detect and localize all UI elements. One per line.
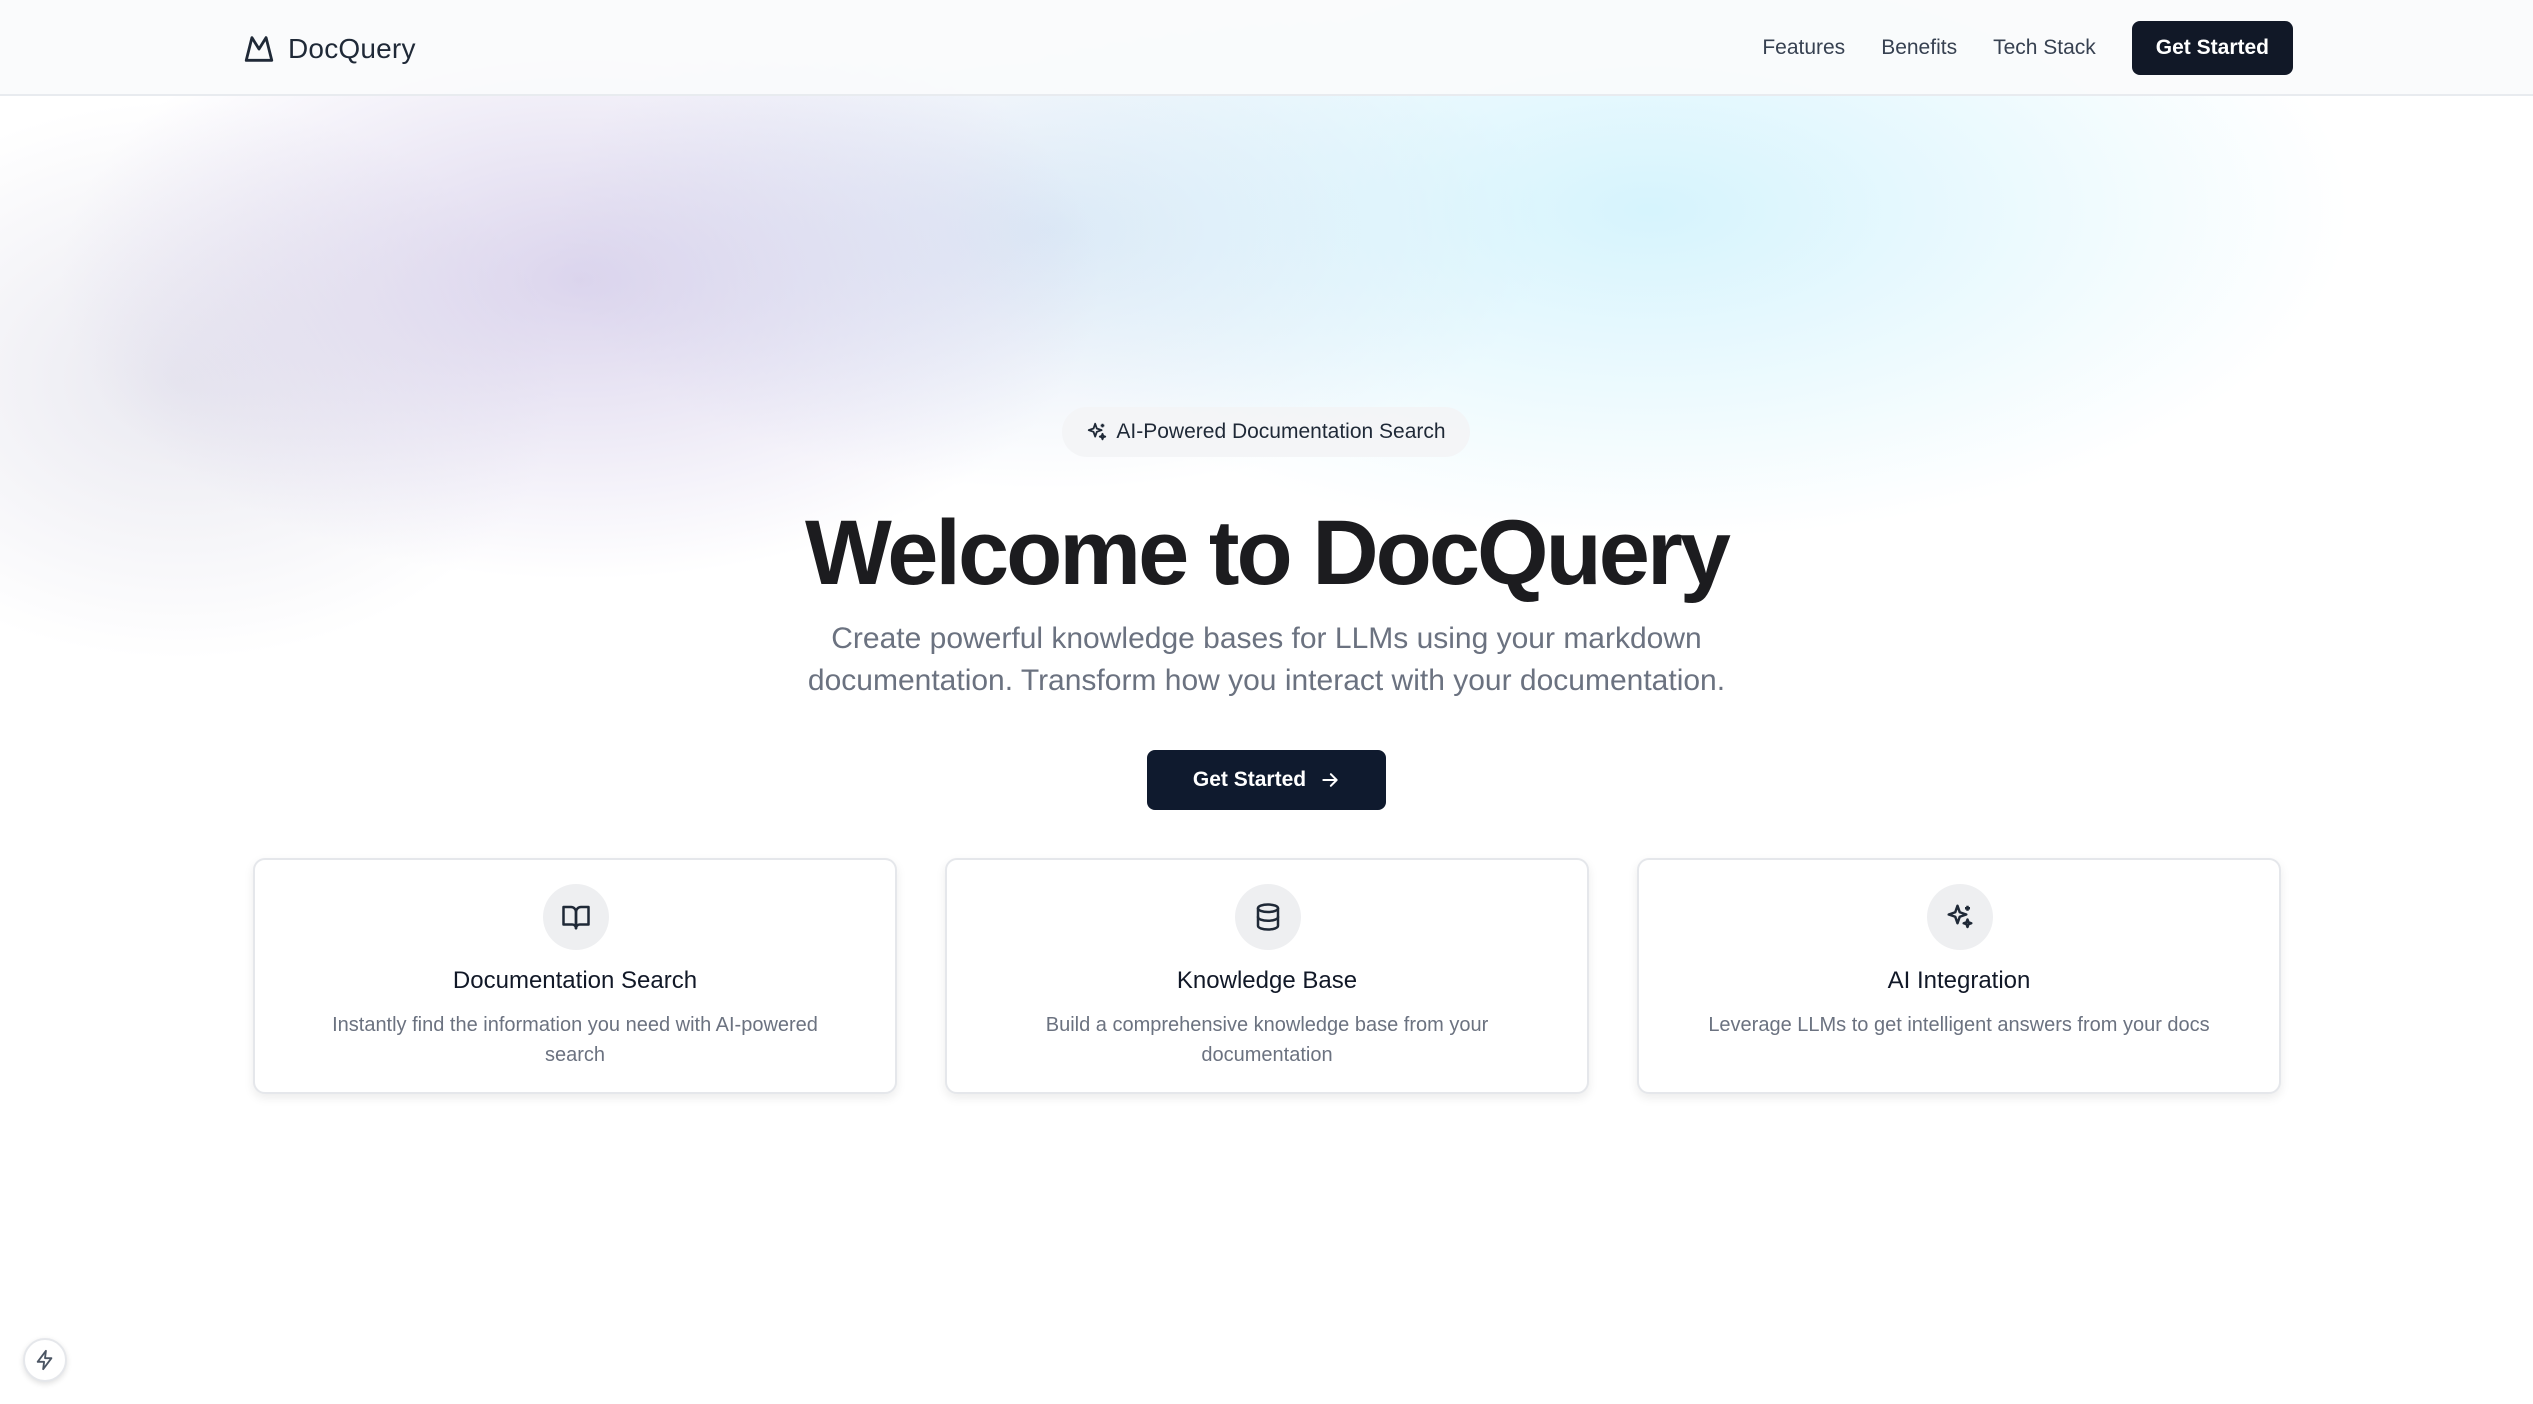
book-open-icon bbox=[562, 905, 590, 930]
nav-link-benefits[interactable]: Benefits bbox=[1881, 36, 1957, 60]
nav-links: Features Benefits Tech Stack Get Started bbox=[1762, 21, 2293, 75]
hero-cta-label: Get Started bbox=[1192, 768, 1307, 791]
feature-description: Instantly find the information you need … bbox=[332, 1014, 818, 1066]
sparkles-icon bbox=[1088, 422, 1107, 441]
mountain-logo-icon bbox=[244, 36, 274, 62]
feature-icon-circle bbox=[543, 884, 609, 950]
floating-action-button[interactable] bbox=[23, 1338, 67, 1382]
top-navbar: DocQuery Features Benefits Tech Stack Ge… bbox=[0, 0, 2533, 96]
brand[interactable]: DocQuery bbox=[242, 28, 416, 70]
brand-name: DocQuery bbox=[288, 33, 416, 64]
feature-card-ai-integration: AI Integration Leverage LLMs to get inte… bbox=[1637, 858, 2281, 1094]
feature-card-documentation-search: Documentation Search Instantly find the … bbox=[253, 858, 897, 1094]
sparkles-icon bbox=[1947, 904, 1973, 929]
feature-title: AI Integration bbox=[1887, 967, 2031, 994]
feature-card-knowledge-base: Knowledge Base Build a comprehensive kno… bbox=[945, 858, 1589, 1094]
badge-text: AI-Powered Documentation Search bbox=[1116, 420, 1446, 443]
landing-page: DocQuery Features Benefits Tech Stack Ge… bbox=[0, 0, 2533, 1404]
feature-description: Build a comprehensive knowledge base fro… bbox=[1045, 1014, 1489, 1066]
nav-link-features[interactable]: Features bbox=[1762, 36, 1845, 60]
ai-badge: AI-Powered Documentation Search bbox=[1062, 407, 1470, 457]
lightning-bolt-icon bbox=[36, 1349, 53, 1371]
hero-title: Welcome to DocQuery bbox=[805, 502, 1731, 604]
feature-description: Leverage LLMs to get intelligent answers… bbox=[1708, 1014, 2210, 1036]
arrow-right-icon bbox=[1322, 773, 1338, 787]
feature-icon-circle bbox=[1927, 884, 1993, 950]
feature-title: Knowledge Base bbox=[1176, 967, 1358, 994]
hero-get-started-button[interactable]: Get Started bbox=[1147, 750, 1386, 810]
hero-subtitle: Create powerful knowledge bases for LLMs… bbox=[807, 622, 1726, 697]
nav-get-started-button[interactable]: Get Started bbox=[2131, 21, 2293, 75]
nav-link-tech-stack[interactable]: Tech Stack bbox=[1993, 36, 2096, 60]
feature-icon-circle bbox=[1235, 884, 1301, 950]
database-icon bbox=[1256, 903, 1280, 931]
feature-title: Documentation Search bbox=[452, 967, 698, 994]
